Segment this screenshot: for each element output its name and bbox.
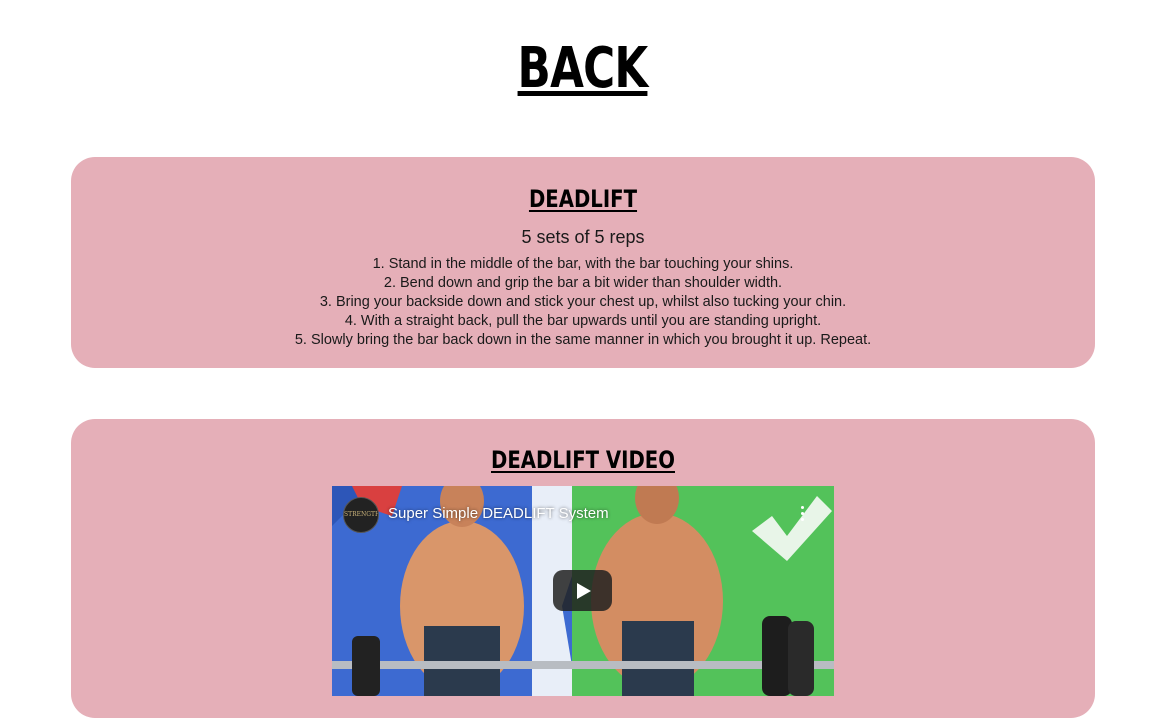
- instruction-step: 1. Stand in the middle of the bar, with …: [372, 256, 794, 272]
- instruction-step: 4. With a straight back, pull the bar up…: [344, 313, 822, 329]
- more-vert-icon[interactable]: [798, 506, 806, 524]
- exercise-heading: DEADLIFT: [528, 185, 638, 213]
- video-heading: DEADLIFT VIDEO: [490, 446, 675, 474]
- instruction-step: 3. Bring your backside down and stick yo…: [319, 294, 847, 310]
- sets-reps-text: 5 sets of 5 reps: [521, 227, 645, 247]
- instruction-list: 1. Stand in the middle of the bar, with …: [71, 255, 1095, 350]
- video-card: DEADLIFT VIDEO STRENGTH CAMP Super Simpl…: [71, 419, 1095, 718]
- page-title: BACK: [517, 36, 649, 101]
- play-button[interactable]: [553, 570, 612, 611]
- instruction-step: 5. Slowly bring the bar back down in the…: [294, 332, 872, 348]
- channel-avatar[interactable]: STRENGTH CAMP: [343, 497, 379, 533]
- exercise-card: DEADLIFT 5 sets of 5 reps 1. Stand in th…: [71, 157, 1095, 368]
- video-player[interactable]: STRENGTH CAMP Super Simple DEADLIFT Syst…: [332, 486, 834, 696]
- video-title[interactable]: Super Simple DEADLIFT System: [388, 504, 609, 524]
- play-icon: [577, 583, 591, 599]
- instruction-step: 2. Bend down and grip the bar a bit wide…: [383, 275, 783, 291]
